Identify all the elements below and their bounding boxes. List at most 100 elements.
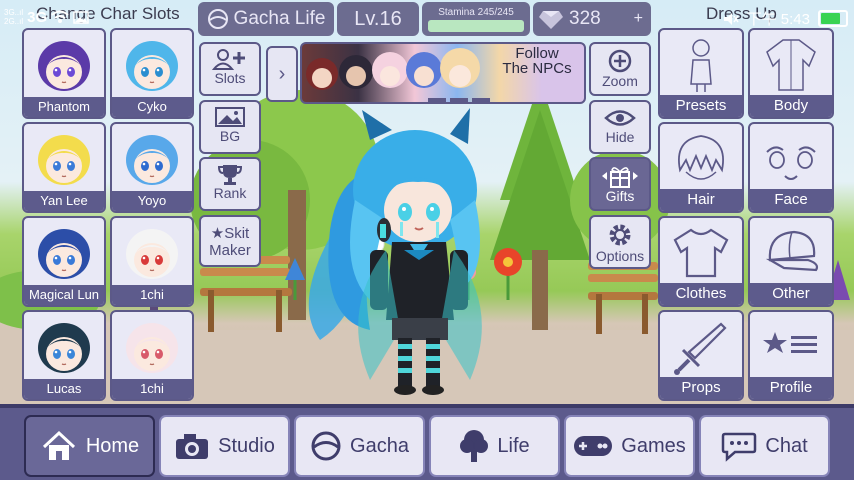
character-slot[interactable]: 1chi [110,216,194,307]
character-slot[interactable]: Magical Lun [22,216,106,307]
network-type: 3G [27,8,48,26]
character-slot[interactable]: Lucas [22,310,106,401]
tab-life-label: Life [497,434,530,457]
tab-games[interactable]: Games [564,415,695,477]
gift-icon [602,167,638,188]
zoom-button[interactable]: Zoom [589,42,651,96]
other-label: Other [750,283,832,305]
body-icon [766,39,816,91]
hair-button[interactable]: Hair [658,122,744,213]
wifi-icon [51,10,69,23]
hair-icon [678,135,724,180]
status-right: 下午 5:43 [723,8,848,29]
character-avatar [38,323,90,373]
character-slot-name: 1chi [112,379,192,399]
face-icon [766,146,816,180]
character-slot[interactable]: Yoyo [110,122,194,213]
battery-icon [818,10,848,27]
gear-icon [609,224,631,246]
banner-page-indicator [428,98,490,102]
npc-portraits [306,48,480,90]
bottom-nav-bar: Home Studio Gacha Life Games Chat [0,408,854,480]
rank-label: Rank [213,185,247,201]
dress-up-categories: Presets Body Hair Face Clothes Other Pro… [658,28,834,401]
tab-studio[interactable]: Studio [159,415,290,477]
presets-label: Presets [660,95,742,117]
character-avatar [126,41,178,91]
bg-button[interactable]: BG [199,100,261,154]
mannequin-icon [690,39,712,92]
hide-label: Hide [605,129,635,145]
character-avatar [38,135,90,185]
character-avatar [126,229,178,279]
zoom-icon [608,49,632,73]
bg-label: BG [219,128,241,144]
clothes-label: Clothes [660,283,742,305]
skit-maker-button[interactable]: ★Skit Maker [199,215,261,267]
hide-button[interactable]: Hide [589,100,651,154]
follow-npcs-label: Follow The NPCs [502,45,572,77]
trophy-icon [217,165,243,185]
banner-prev-button[interactable]: › [266,46,298,102]
character-slot-name: Lucas [24,379,104,399]
profile-button[interactable]: Profile [748,310,834,401]
skit-maker-label: ★Skit Maker [209,225,251,259]
slots-button[interactable]: Slots [199,42,261,96]
chat-icon [722,432,757,462]
follow-npcs-banner[interactable]: Follow The NPCs [300,42,586,104]
tab-gacha[interactable]: Gacha [294,415,425,477]
body-button[interactable]: Body [748,28,834,119]
character-slots-grid: Phantom Cyko Yan Lee Yoyo Magical Lun 1chi Luc… [22,28,194,401]
character-slot[interactable]: Cyko [110,28,194,119]
character-slot[interactable]: Phantom [22,28,106,119]
options-label: Options [595,248,645,264]
tab-chat-label: Chat [765,434,808,457]
character-avatar [126,323,178,373]
network-signal: 3G..ıl 2G..ıl [4,8,23,26]
character-slot[interactable]: Yan Lee [22,122,106,213]
character-slot[interactable]: 1chi [110,310,194,401]
shirt-icon [673,228,729,278]
tree-icon [460,430,489,462]
gamepad-icon [574,436,613,456]
gifts-button[interactable]: Gifts [589,157,651,211]
profile-label: Profile [750,377,832,399]
hair-label: Hair [660,189,742,211]
tab-life[interactable]: Life [429,415,560,477]
zoom-label: Zoom [602,73,638,89]
face-button[interactable]: Face [748,122,834,213]
tab-studio-label: Studio [218,434,275,457]
body-label: Body [750,95,832,117]
status-time: 下午 5:43 [746,11,810,28]
gacha-icon [311,431,341,461]
character-slot-name: Phantom [24,97,104,117]
character-avatar [38,41,90,91]
gacha-character[interactable] [300,100,500,400]
profile-icon [763,332,817,353]
props-button[interactable]: Props [658,310,744,401]
character-avatar [126,135,178,185]
gifts-label: Gifts [605,188,635,204]
tab-games-label: Games [621,434,686,457]
rank-button[interactable]: Rank [199,157,261,211]
image-icon [215,107,245,127]
presets-button[interactable]: Presets [658,28,744,119]
sword-icon [674,322,727,375]
character-slot-name: Cyko [112,97,192,117]
gallery-icon [73,10,89,24]
add-user-icon [212,49,245,70]
status-left: 3G..ıl 2G..ıl 3G [4,8,89,26]
tab-home[interactable]: Home [24,415,155,477]
other-button[interactable]: Other [748,216,834,307]
tab-home-label: Home [85,434,140,457]
character-slot-name: Yoyo [112,191,192,211]
clothes-button[interactable]: Clothes [658,216,744,307]
tab-chat[interactable]: Chat [699,415,830,477]
tab-gacha-label: Gacha [350,434,409,457]
bottom-navigation: Home Studio Gacha Life Games Chat [0,404,854,480]
home-icon [42,430,75,460]
slots-label: Slots [214,70,246,86]
options-button[interactable]: Options [589,215,651,269]
signal-bottom: 2G..ıl [4,17,24,26]
character-slot-name: 1chi [112,285,192,305]
